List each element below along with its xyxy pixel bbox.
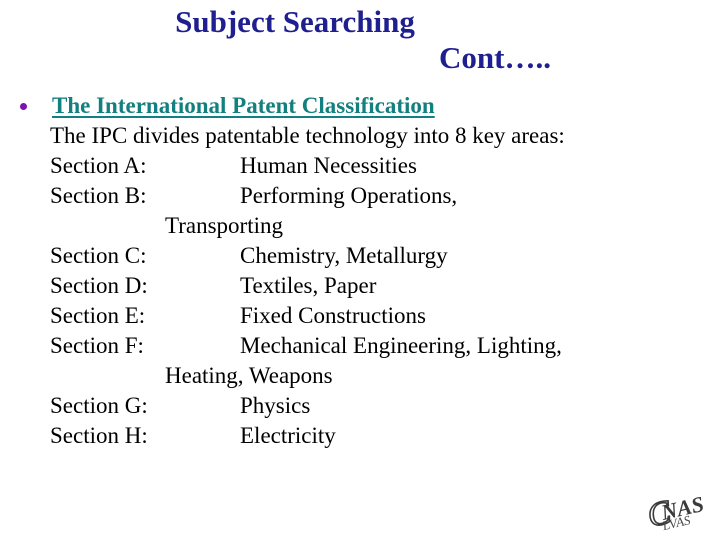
slide-title: Subject Searching Cont….. — [0, 4, 720, 76]
section-label: Section F: — [50, 333, 144, 358]
section-value: Textiles, Paper — [240, 273, 377, 298]
list-item: Section G: Physics — [0, 391, 720, 421]
bullet-item-ipc: The International Patent Classification — [0, 91, 720, 121]
section-label: Section C: — [50, 243, 147, 268]
section-value-wrap: Heating, Weapons — [165, 363, 333, 388]
list-item: Section F: Mechanical Engineering, Lighti… — [0, 331, 720, 361]
section-value: Electricity — [240, 423, 336, 448]
section-label: Section A: — [50, 153, 147, 178]
list-item: Section B: Performing Operations, — [0, 181, 720, 211]
list-item: Section D: Textiles, Paper — [0, 271, 720, 301]
slide-body: The International Patent Classification … — [0, 91, 720, 451]
section-label: Section H: — [50, 423, 148, 448]
section-value: Performing Operations, — [240, 183, 458, 208]
title-line-continuation: Cont….. — [439, 40, 551, 75]
section-label: Section G: — [50, 393, 148, 418]
section-label: Section B: — [50, 183, 147, 208]
list-item: Section C: Chemistry, Metallurgy — [0, 241, 720, 271]
section-value: Fixed Constructions — [240, 303, 426, 328]
section-value: Physics — [240, 393, 311, 418]
list-item: Section H: Electricity — [0, 421, 720, 451]
section-label: Section E: — [50, 303, 146, 328]
bullet-heading-label: The International Patent Classification — [52, 93, 435, 118]
section-value-wrap: Transporting — [165, 213, 283, 238]
organization-logo-icon: C NAS LVAS — [645, 482, 715, 534]
ipc-section-list: Section A: Human Necessities Section B: Pe… — [0, 151, 720, 451]
bullet-dot-icon — [20, 103, 27, 110]
section-label: Section D: — [50, 273, 148, 298]
title-line-primary: Subject Searching — [175, 4, 415, 39]
section-value: Mechanical Engineering, Lighting, — [240, 333, 562, 358]
intro-text: The IPC divides patentable technology in… — [50, 123, 565, 148]
section-value: Human Necessities — [240, 153, 417, 178]
section-value: Chemistry, Metallurgy — [240, 243, 448, 268]
slide-canvas: Subject Searching Cont….. The Internatio… — [0, 0, 720, 540]
list-item: Section E: Fixed Constructions — [0, 301, 720, 331]
list-item: Section A: Human Necessities — [0, 151, 720, 181]
